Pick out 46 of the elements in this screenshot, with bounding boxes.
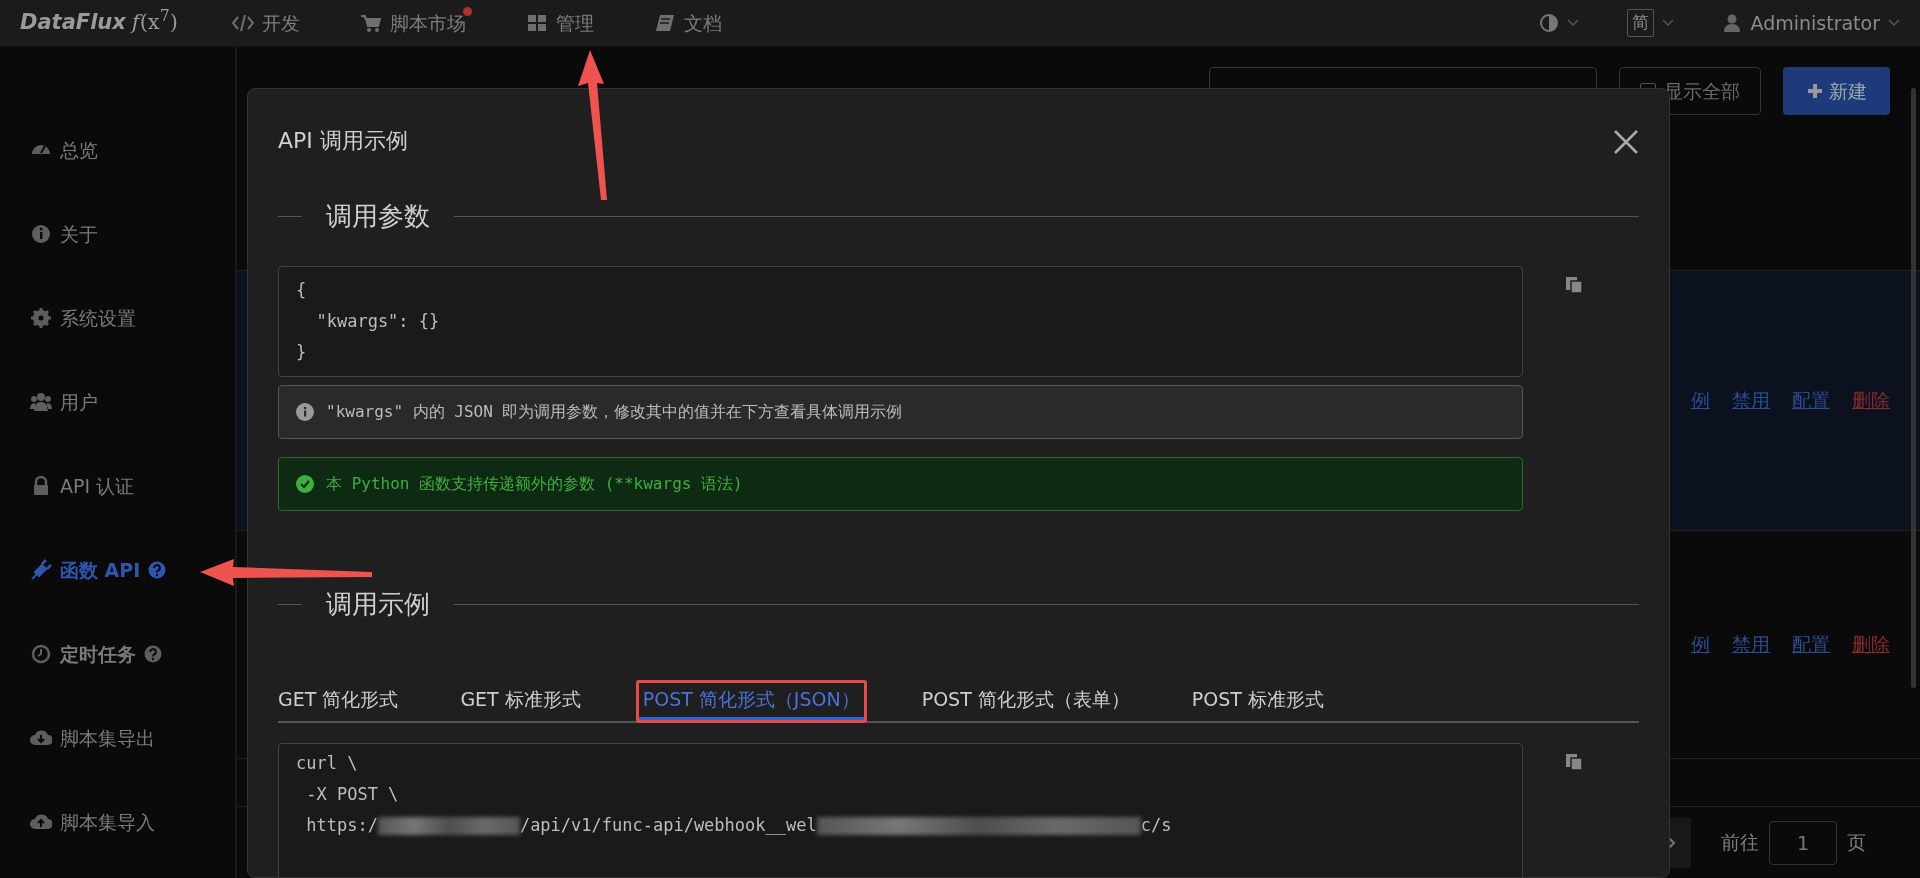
section-heading: 调用参数 <box>326 200 430 233</box>
goto-label: 前往 <box>1721 830 1759 856</box>
code-text: curl \ <box>296 752 358 773</box>
action-link[interactable]: 例 <box>1691 386 1710 415</box>
nav-item[interactable]: 脚本市场 <box>329 8 496 38</box>
page-input[interactable]: 1 <box>1769 820 1837 865</box>
nav-item[interactable]: 文档 <box>623 8 752 38</box>
code-block: { "kwargs": {} } <box>278 266 1523 377</box>
code-text: -X POST \ <box>305 783 399 804</box>
sidebar-item[interactable]: 脚本集导入 <box>0 780 235 864</box>
delete-link[interactable]: 删除 <box>1852 630 1890 659</box>
user-name: Administrator <box>1750 10 1880 36</box>
logo-mark: f(x$^{7}$) <box>131 7 178 37</box>
example-tab[interactable]: POST 简化形式（表单） <box>914 680 1137 723</box>
example-tab[interactable]: POST 标准形式 <box>1184 680 1331 723</box>
example-tab[interactable]: GET 标准形式 <box>453 680 588 723</box>
sidebar-item[interactable]: 总览 <box>0 108 235 192</box>
dialog-title: API 调用示例 <box>278 127 408 155</box>
success-text: 本 Python 函数支持传递额外的参数 (**kwargs 语法) <box>326 473 743 495</box>
sidebar-item[interactable]: 脚本集导出 <box>0 696 235 780</box>
new-button[interactable]: 新建 <box>1783 67 1890 115</box>
sidebar-item[interactable]: 函数 API <box>0 528 235 612</box>
action-link[interactable]: 禁用 <box>1732 630 1770 659</box>
language-label: 简 <box>1627 9 1655 37</box>
code-text: /api/v1/func-api/webhook__wel <box>519 814 817 835</box>
section-heading: 调用示例 <box>326 588 430 621</box>
code-text: https:/ <box>305 814 378 835</box>
sidebar-item[interactable]: 关于 <box>0 192 235 276</box>
page-suffix: 页 <box>1847 830 1866 856</box>
language-select[interactable]: 简 <box>1627 9 1675 37</box>
user-menu[interactable]: Administrator <box>1722 8 1900 38</box>
action-link[interactable]: 配置 <box>1792 630 1830 659</box>
sidebar-item[interactable]: API 认证 <box>0 444 235 528</box>
nav-item[interactable]: 开发 <box>201 8 330 38</box>
logo-text: DataFlux <box>20 9 126 37</box>
example-tab[interactable]: POST 简化形式（JSON） <box>635 680 867 723</box>
action-link[interactable]: 配置 <box>1792 386 1830 415</box>
sidebar-item[interactable]: 用户 <box>0 360 235 444</box>
action-link[interactable]: 例 <box>1691 630 1710 659</box>
sidebar-item[interactable]: 系统设置 <box>0 276 235 360</box>
action-link[interactable]: 禁用 <box>1732 386 1770 415</box>
sidebar-item[interactable]: 定时任务 <box>0 612 235 696</box>
info-text: "kwargs" 内的 JSON 即为调用参数，修改其中的值并在下方查看具体调用示例 <box>326 401 903 423</box>
code-text: c/s <box>1140 814 1172 835</box>
example-tab[interactable]: GET 简化形式 <box>271 680 406 723</box>
nav-item[interactable]: 管理 <box>495 8 624 38</box>
